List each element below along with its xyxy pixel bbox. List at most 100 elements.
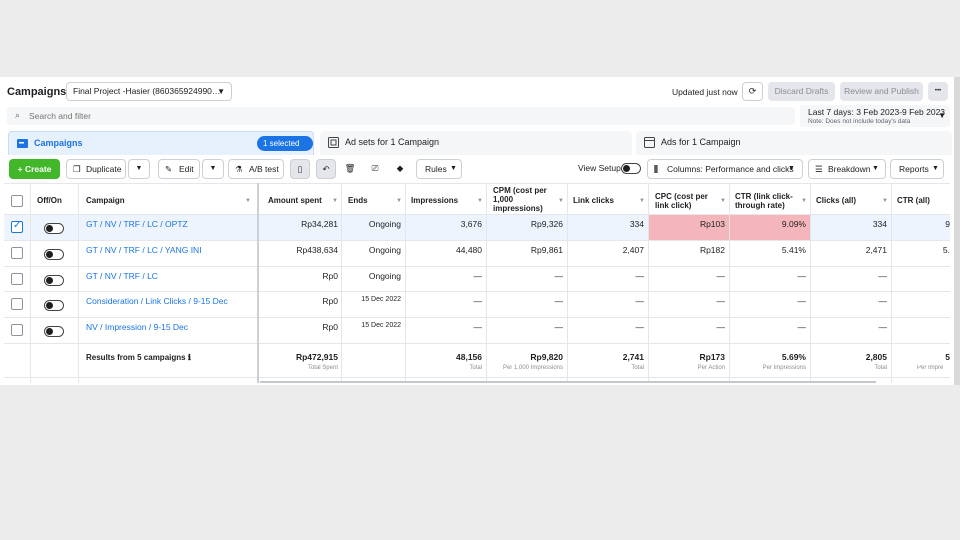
impressions-cell: —	[473, 296, 483, 306]
cpm-cell: —	[554, 296, 564, 306]
sort-icon[interactable]: ▼	[558, 198, 564, 204]
divider	[4, 214, 950, 215]
impressions-cell: 44,480	[456, 245, 482, 255]
column-header-ctr-all[interactable]: CTR (all)	[897, 196, 930, 205]
preview-button[interactable]: ⎚	[365, 159, 385, 179]
total-impressions-sub: Total	[469, 365, 482, 371]
sort-icon[interactable]: ▼	[882, 198, 888, 204]
campaign-toggle[interactable]	[44, 326, 64, 337]
campaign-name-link[interactable]: GT / NV / TRF / LC	[86, 271, 158, 281]
duplicate-icon: ❐	[73, 164, 81, 174]
total-ctr-all-sub: Per Impre	[917, 365, 944, 371]
select-all-checkbox[interactable]	[11, 195, 23, 207]
view-setup-label: View Setup	[578, 163, 621, 173]
create-button[interactable]: + Create	[9, 159, 60, 179]
ends-cell: 15 Dec 2022	[361, 296, 401, 303]
divider	[891, 183, 892, 383]
impressions-cell: 3,676	[460, 219, 482, 229]
column-header-ctr-link[interactable]: CTR (link click- through rate)	[735, 192, 793, 210]
plus-icon: +	[17, 164, 23, 174]
campaign-name-link[interactable]: GT / NV / TRF / LC / OPTZ	[86, 219, 188, 229]
campaign-toggle[interactable]	[44, 275, 64, 286]
delete-draft-button[interactable]: ▯	[290, 159, 310, 179]
tab-campaigns[interactable]: Campaigns 1 selected ✕	[8, 131, 314, 163]
sort-icon[interactable]: ▼	[396, 198, 402, 204]
ctr-link-cell: —	[797, 296, 807, 306]
selected-count: 1 selected	[263, 139, 300, 148]
reports-button[interactable]: Reports ▼	[890, 159, 944, 179]
campaign-name-link[interactable]: Consideration / Link Clicks / 9-15 Dec	[86, 296, 228, 306]
vertical-scrollbar[interactable]	[954, 77, 960, 385]
edit-button[interactable]: ✎ Edit	[158, 159, 200, 179]
sort-icon[interactable]: ▼	[720, 198, 726, 204]
campaign-name-link[interactable]: NV / Impression / 9-15 Dec	[86, 322, 188, 332]
row-checkbox[interactable]	[11, 298, 23, 310]
tag-button[interactable]: ◆	[390, 159, 410, 179]
campaign-toggle[interactable]	[44, 223, 64, 234]
column-header-campaign[interactable]: Campaign	[86, 196, 125, 205]
date-range-picker[interactable]: Last 7 days: 3 Feb 2023-9 Feb 2023 Note:…	[800, 105, 950, 127]
row-checkbox[interactable]	[11, 324, 23, 336]
delete-button[interactable]: 🗑	[341, 159, 359, 179]
row-checkbox[interactable]	[11, 220, 23, 233]
column-header-link-clicks[interactable]: Link clicks	[573, 196, 614, 205]
ends-cell: Ongoing	[368, 271, 401, 281]
rules-button[interactable]: Rules ▼	[416, 159, 462, 179]
row-checkbox[interactable]	[11, 247, 23, 259]
tab-ads[interactable]: Ads for 1 Campaign	[636, 131, 952, 155]
view-setup-toggle[interactable]	[621, 163, 641, 174]
sort-icon[interactable]: ▼	[801, 198, 807, 204]
tab-ads-label: Ads for 1 Campaign	[661, 137, 741, 147]
results-label: Results from 5 campaigns	[86, 353, 186, 362]
horizontal-scrollbar[interactable]	[260, 381, 876, 383]
campaign-toggle[interactable]	[44, 249, 64, 260]
column-header-cpc[interactable]: CPC (cost per link click)	[655, 192, 708, 210]
caret-down-icon: ▼	[209, 165, 217, 172]
refresh-button[interactable]: ⟳	[742, 82, 763, 101]
selected-badge[interactable]: 1 selected ✕	[257, 136, 313, 163]
trash-icon: 🗑	[344, 163, 356, 173]
total-ctr-link: 5.69%	[781, 352, 806, 362]
breakdown-button[interactable]: ☰ Breakdown ▼	[808, 159, 886, 179]
tag-icon: ◆	[396, 163, 404, 173]
campaign-toggle[interactable]	[44, 300, 64, 311]
divider	[4, 317, 950, 318]
column-header-off-on[interactable]: Off/On	[37, 196, 62, 205]
column-header-cpm[interactable]: CPM (cost per 1,000 impressions)	[493, 186, 547, 213]
search-bar[interactable]: ⌕	[7, 107, 795, 125]
account-selector[interactable]: Final Project -Hasier (860365924990… ▼	[66, 82, 232, 101]
review-publish-button[interactable]: Review and Publish	[840, 82, 923, 101]
divider	[567, 183, 568, 383]
total-ctr-link-sub: Per Impressions	[762, 365, 806, 371]
ab-test-button[interactable]: ⚗ A/B test	[228, 159, 284, 179]
caret-down-icon: ▼	[932, 165, 939, 172]
more-options-button[interactable]: •••	[928, 82, 948, 101]
row-checkbox[interactable]	[11, 273, 23, 285]
cpm-cell: Rp9,861	[530, 245, 563, 255]
divider	[810, 183, 811, 383]
link-clicks-cell: —	[635, 296, 645, 306]
discard-drafts-button[interactable]: Discard Drafts	[768, 82, 835, 101]
sort-icon[interactable]: ▼	[245, 198, 251, 204]
info-icon[interactable]: ℹ	[188, 353, 191, 362]
duplicate-button[interactable]: ❐ Duplicate	[66, 159, 126, 179]
undo-button[interactable]: ↶	[316, 159, 336, 179]
edit-dropdown[interactable]: ▼	[202, 159, 224, 179]
sort-icon[interactable]: ▼	[639, 198, 645, 204]
column-header-clicks-all[interactable]: Clicks (all)	[816, 196, 856, 205]
ads-manager-frame: Campaigns Final Project -Hasier (8603659…	[0, 77, 960, 385]
duplicate-dropdown[interactable]: ▼	[128, 159, 150, 179]
total-link-clicks: 2,741	[622, 352, 644, 362]
columns-button[interactable]: ⫼ Columns: Performance and clicks ▼	[647, 159, 803, 179]
sort-icon[interactable]: ▼	[332, 198, 338, 204]
cpc-header-line: link click)	[655, 201, 692, 210]
total-amount: Rp472,915	[295, 352, 338, 362]
column-header-ends[interactable]: Ends	[348, 196, 368, 205]
column-header-amount-spent[interactable]: Amount spent	[268, 196, 322, 205]
column-header-impressions[interactable]: Impressions	[411, 196, 458, 205]
campaign-name-link[interactable]: GT / NV / TRF / LC / YANG INI	[86, 245, 202, 255]
search-input[interactable]	[29, 109, 329, 123]
sort-icon[interactable]: ▼	[477, 198, 483, 204]
tab-ad-sets[interactable]: Ad sets for 1 Campaign	[320, 131, 632, 155]
total-cpm: Rp9,820	[530, 352, 563, 362]
